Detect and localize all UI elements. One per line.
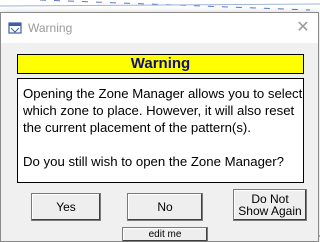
edit-me-button[interactable]: edit me (122, 227, 208, 242)
dialog-titlebar: Warning ✕ (1, 13, 318, 43)
do-not-show-again-button[interactable]: Do Not Show Again (233, 189, 307, 221)
app-window-icon (8, 22, 22, 34)
yes-button[interactable]: Yes (31, 193, 101, 221)
no-button[interactable]: No (127, 193, 203, 221)
message-text: Opening the Zone Manager allows you to s… (23, 86, 303, 135)
warning-banner: Warning (17, 54, 304, 74)
close-icon[interactable]: ✕ (294, 19, 312, 37)
do-not-show-again-line2: Show Again (238, 204, 302, 218)
do-not-show-again-label: Do Not Show Again (238, 193, 301, 217)
warning-dialog: Warning ✕ Warning Opening the Zone Manag… (0, 12, 319, 242)
dialog-title: Warning (28, 21, 73, 35)
message-box: Opening the Zone Manager allows you to s… (17, 78, 304, 183)
message-question: Do you still wish to open the Zone Manag… (23, 154, 284, 169)
